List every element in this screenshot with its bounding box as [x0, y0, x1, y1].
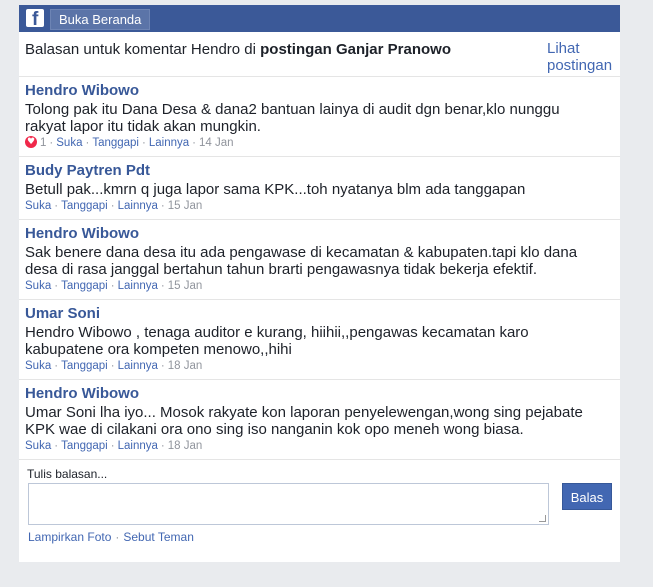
comment-item: Hendro Wibowo Sak benere dana desa itu a… — [19, 220, 620, 300]
comment-item: Hendro Wibowo Umar Soni lha iyo... Mosok… — [19, 380, 620, 460]
comment-meta: Suka · Tanggapi · Lainnya · 18 Jan — [25, 440, 203, 452]
comment-author[interactable]: Budy Paytren Pdt — [25, 162, 150, 179]
comment-author[interactable]: Hendro Wibowo — [25, 82, 139, 99]
comment-author[interactable]: Hendro Wibowo — [25, 225, 139, 242]
comment-text: Betull pak...kmrn q juga lapor sama KPK.… — [25, 181, 526, 198]
more-link[interactable]: Lainnya — [118, 360, 158, 372]
mention-friend-link[interactable]: Sebut Teman — [123, 530, 194, 544]
reply-link[interactable]: Tanggapi — [61, 280, 108, 292]
comment-date[interactable]: 15 Jan — [168, 200, 203, 212]
reply-input-box[interactable] — [28, 483, 549, 525]
more-link[interactable]: Lainnya — [149, 137, 189, 149]
comment-meta: Suka · Tanggapi · Lainnya · 18 Jan — [25, 360, 203, 372]
comment-date[interactable]: 14 Jan — [199, 137, 234, 149]
facebook-logo-icon[interactable]: f — [26, 9, 44, 27]
comment-item: Hendro Wibowo Tolong pak itu Dana Desa &… — [19, 77, 620, 157]
comment-meta: Suka · Tanggapi · Lainnya · 15 Jan — [25, 200, 203, 212]
top-bar: f Buka Beranda — [19, 5, 620, 32]
more-link[interactable]: Lainnya — [118, 440, 158, 452]
comment-text: Sak benere dana desa itu ada pengawase d… — [25, 244, 578, 278]
reply-link[interactable]: Tanggapi — [61, 360, 108, 372]
more-link[interactable]: Lainnya — [118, 280, 158, 292]
comment-text: Hendro Wibowo , tenaga auditor e kurang,… — [25, 324, 529, 358]
reply-textarea[interactable] — [29, 484, 548, 524]
comment-text: Umar Soni lha iyo... Mosok rakyate kon l… — [25, 404, 583, 438]
send-reply-button[interactable]: Balas — [562, 483, 612, 510]
comment-date[interactable]: 18 Jan — [168, 440, 203, 452]
reply-composer: Tulis balasan... Balas Lampirkan Foto · Se… — [19, 460, 620, 560]
love-reaction-icon[interactable] — [25, 136, 37, 148]
reply-link[interactable]: Tanggapi — [61, 200, 108, 212]
like-link[interactable]: Suka — [56, 137, 82, 149]
view-post-link[interactable]: Lihat postingan — [547, 40, 619, 74]
resize-grip-icon[interactable] — [539, 515, 546, 522]
reply-label: Tulis balasan... — [27, 467, 108, 481]
comment-date[interactable]: 15 Jan — [168, 280, 203, 292]
page-title: Balasan untuk komentar Hendro di posting… — [25, 41, 451, 59]
reply-link[interactable]: Tanggapi — [92, 137, 139, 149]
home-button[interactable]: Buka Beranda — [50, 9, 151, 30]
like-link[interactable]: Suka — [25, 200, 51, 212]
title-prefix: Balasan untuk komentar Hendro di — [25, 41, 261, 58]
like-link[interactable]: Suka — [25, 280, 51, 292]
comment-author[interactable]: Hendro Wibowo — [25, 385, 139, 402]
comment-text: Tolong pak itu Dana Desa & dana2 bantuan… — [25, 101, 560, 135]
comment-date[interactable]: 18 Jan — [168, 360, 203, 372]
comment-meta: 1·Suka·Tanggapi·Lainnya·14 Jan — [25, 136, 614, 151]
reply-header: Balasan untuk komentar Hendro di posting… — [19, 32, 620, 77]
comment-item: Budy Paytren Pdt Betull pak...kmrn q jug… — [19, 157, 620, 220]
post-link[interactable]: postingan Ganjar Pranowo — [260, 41, 451, 58]
comment-meta: Suka · Tanggapi · Lainnya · 15 Jan — [25, 280, 203, 292]
mobile-page: f Buka Beranda Balasan untuk komentar He… — [19, 5, 620, 562]
more-link[interactable]: Lainnya — [118, 200, 158, 212]
reply-link[interactable]: Tanggapi — [61, 440, 108, 452]
like-link[interactable]: Suka — [25, 440, 51, 452]
comment-list: Hendro Wibowo Tolong pak itu Dana Desa &… — [19, 77, 620, 460]
comment-author[interactable]: Umar Soni — [25, 305, 100, 322]
like-link[interactable]: Suka — [25, 360, 51, 372]
attach-photo-link[interactable]: Lampirkan Foto — [28, 530, 111, 544]
comment-item: Umar Soni Hendro Wibowo , tenaga auditor… — [19, 300, 620, 380]
reply-options: Lampirkan Foto · Sebut Teman — [28, 530, 194, 544]
